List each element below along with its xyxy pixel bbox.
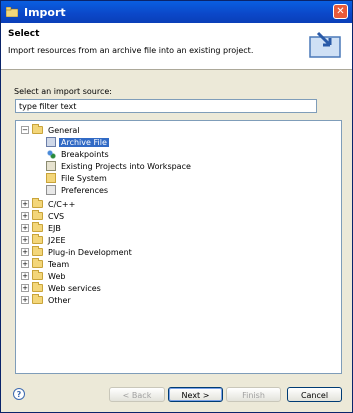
tree-item-label: Breakpoints [61, 149, 109, 159]
preferences-icon [46, 185, 56, 195]
tree-item-existing-projects[interactable]: Existing Projects into Workspace [46, 160, 193, 172]
import-wizard-icon [309, 31, 341, 58]
expand-icon[interactable]: + [21, 200, 29, 208]
tree-item-label: Other [48, 295, 71, 305]
tree-item-label: General [48, 125, 80, 135]
tree-item-label: Web services [48, 283, 101, 293]
tree-item-cvs[interactable]: + CVS [21, 210, 66, 222]
tree-item-j2ee[interactable]: + J2EE [21, 234, 68, 246]
tree-item-label: J2EE [48, 235, 66, 245]
tree-item-general[interactable]: − General [21, 124, 82, 136]
tree-item-label: Preferences [61, 185, 109, 195]
expand-icon[interactable]: + [21, 212, 29, 220]
tree-item-label: Web [48, 271, 66, 281]
expand-icon[interactable]: + [21, 284, 29, 292]
tree-item-web-services[interactable]: + Web services [21, 282, 103, 294]
filter-input[interactable] [15, 99, 317, 113]
close-button[interactable]: ✕ [333, 4, 348, 19]
title-bar: Import ✕ [1, 1, 352, 23]
tree-item-label: Team [48, 259, 70, 269]
tree-item-plugin-development[interactable]: + Plug-in Development [21, 246, 134, 258]
next-button[interactable]: Next > [168, 387, 223, 402]
wizard-header: Select Import resources from an archive … [1, 23, 352, 70]
tree-item-file-system[interactable]: File System [46, 172, 109, 184]
help-icon[interactable]: ? [13, 388, 25, 400]
expand-icon[interactable]: + [21, 272, 29, 280]
folder-icon [32, 270, 43, 280]
existing-projects-icon [46, 161, 56, 171]
tree-item-web[interactable]: + Web [21, 270, 67, 282]
folder-icon [32, 258, 43, 268]
tree-item-label: Existing Projects into Workspace [61, 161, 191, 171]
expand-icon[interactable]: + [21, 224, 29, 232]
folder-icon [32, 282, 43, 292]
tree-item-preferences[interactable]: Preferences [46, 184, 110, 196]
tree-item-label: CVS [48, 211, 65, 221]
folder-icon [32, 222, 43, 232]
folder-icon [32, 124, 43, 134]
tree-item-label: C/C++ [48, 199, 76, 209]
tree-item-label: EJB [48, 223, 61, 233]
import-source-label: Select an import source: [14, 87, 112, 96]
folder-icon [32, 234, 43, 244]
page-title: Select [8, 29, 40, 39]
page-description: Import resources from an archive file in… [8, 46, 254, 55]
tree-item-other[interactable]: + Other [21, 294, 73, 306]
finish-button[interactable]: Finish [226, 387, 281, 402]
import-source-tree[interactable]: − General Archive File Breakpoints Exist… [15, 120, 342, 374]
folder-icon [32, 294, 43, 304]
folder-icon [32, 198, 43, 208]
tree-item-archive-file[interactable]: Archive File [46, 136, 109, 148]
tree-item-breakpoints[interactable]: Breakpoints [46, 148, 111, 160]
archive-file-icon [46, 137, 56, 147]
collapse-icon[interactable]: − [21, 126, 29, 134]
breakpoints-icon [46, 149, 56, 159]
file-system-icon [46, 173, 56, 183]
expand-icon[interactable]: + [21, 248, 29, 256]
folder-icon [32, 210, 43, 220]
window-title: Import [24, 5, 66, 19]
tree-item-label: Archive File [59, 137, 109, 147]
import-dialog: Import ✕ Select Import resources from an… [0, 0, 353, 413]
tree-item-ejb[interactable]: + EJB [21, 222, 63, 234]
folder-icon [32, 246, 43, 256]
tree-item-label: Plug-in Development [48, 247, 132, 257]
expand-icon[interactable]: + [21, 260, 29, 268]
tree-item-label: File System [61, 173, 107, 183]
expand-icon[interactable]: + [21, 236, 29, 244]
import-app-icon [5, 6, 19, 18]
expand-icon[interactable]: + [21, 296, 29, 304]
back-button[interactable]: < Back [109, 387, 165, 402]
tree-item-cpp[interactable]: + C/C++ [21, 198, 77, 210]
tree-item-team[interactable]: + Team [21, 258, 71, 270]
cancel-button[interactable]: Cancel [287, 387, 342, 402]
